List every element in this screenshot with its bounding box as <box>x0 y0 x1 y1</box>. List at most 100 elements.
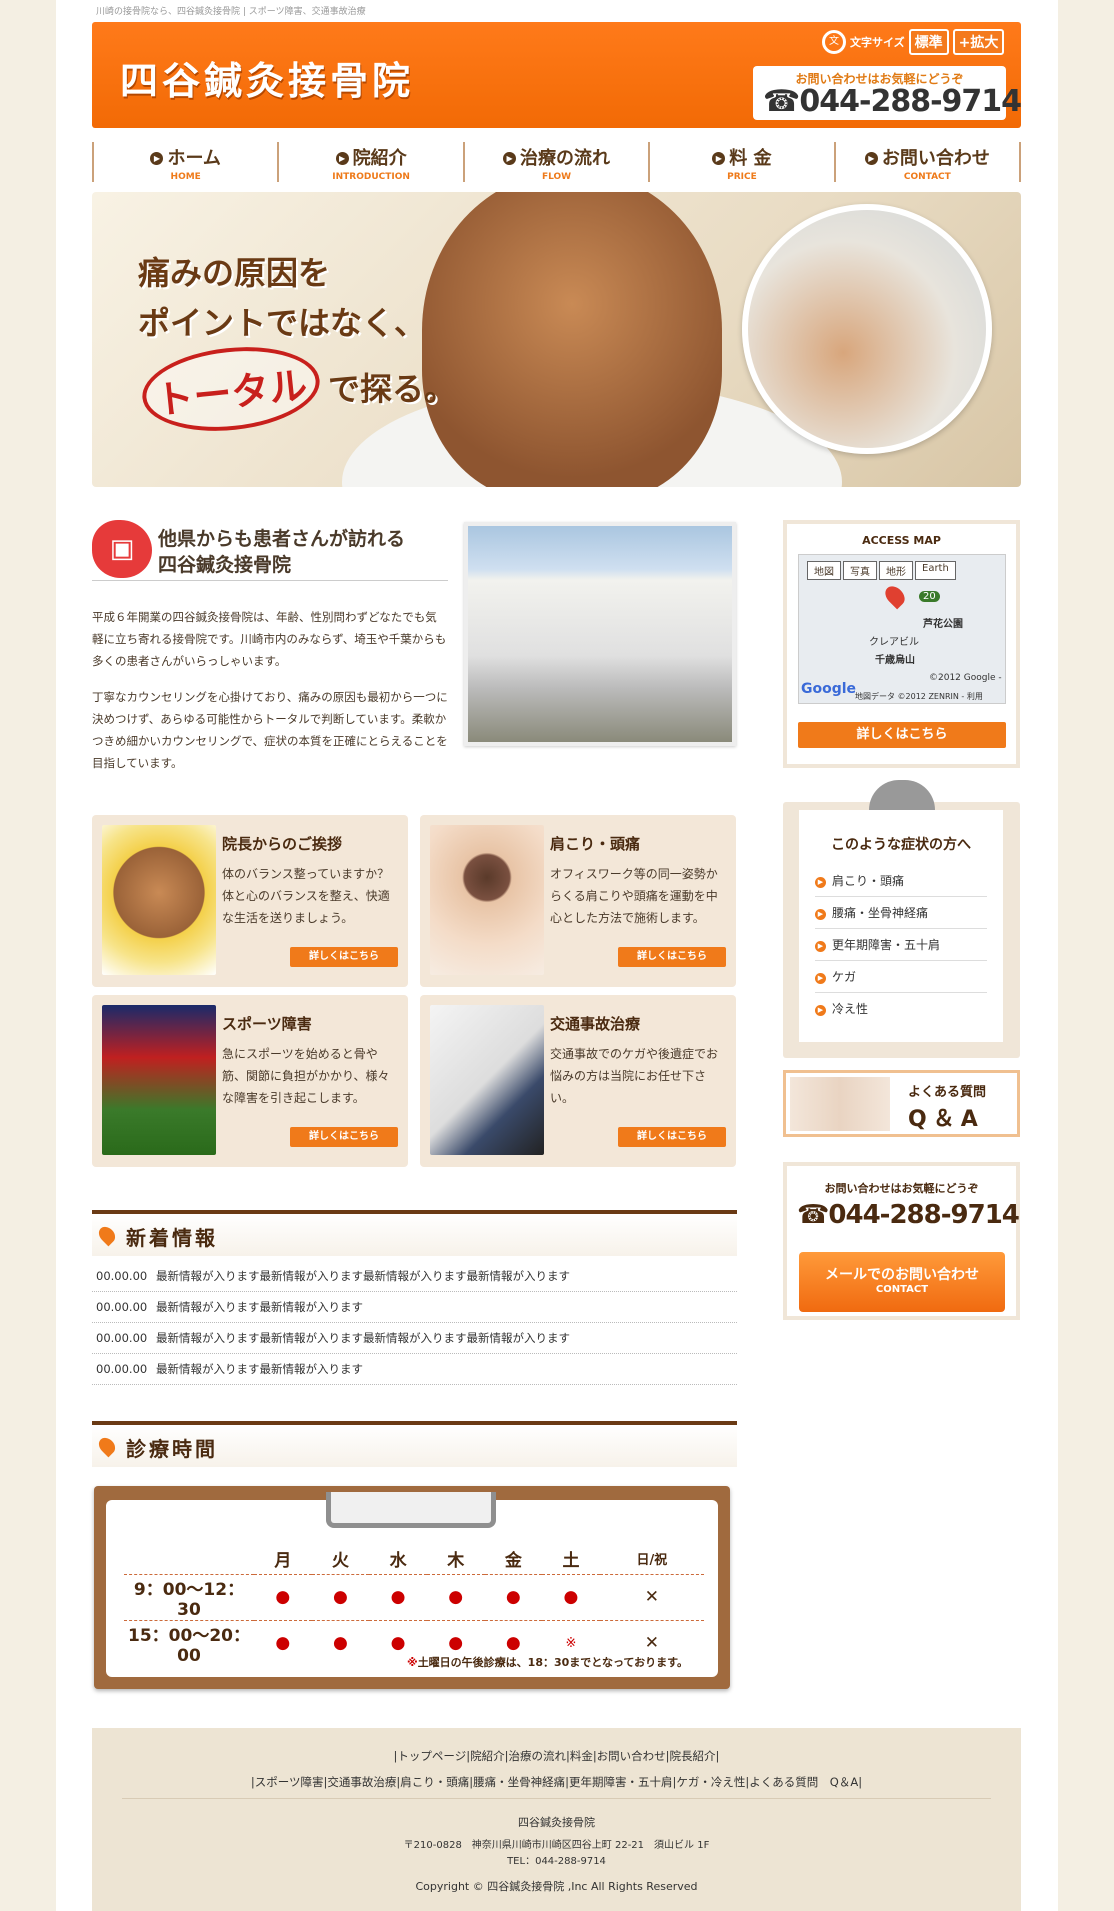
news-date: 00.00.00 <box>96 1362 148 1376</box>
open-mark: ● <box>369 1573 427 1620</box>
news-text: 最新情報が入ります最新情報が入ります最新情報が入ります最新情報が入ります <box>156 1269 570 1283</box>
details-button[interactable]: 詳しくはこちら <box>618 1127 726 1147</box>
font-standard-button[interactable]: 標準 <box>908 29 949 55</box>
hours-heading: 診療時間 <box>92 1421 737 1467</box>
details-button[interactable]: 詳しくはこちら <box>290 947 398 967</box>
open-mark: ● <box>484 1573 543 1620</box>
card-sports[interactable]: スポーツ障害 急にスポーツを始めると骨や筋、関節に負担がかかり、様々な障害を引き… <box>92 995 408 1167</box>
symptom-link[interactable]: 更年期障害・五十肩 <box>815 930 987 961</box>
map-type-tabs: 地図 写真 地形 Earth <box>807 561 956 580</box>
day-header: 火 <box>331 1551 349 1572</box>
news-item[interactable]: 00.00.00 最新情報が入ります最新情報が入ります最新情報が入ります最新情報が… <box>92 1261 737 1292</box>
nav-label: 料 金 <box>650 144 833 170</box>
news-heading: 新着情報 <box>92 1210 737 1256</box>
day-header: 月 <box>274 1551 292 1572</box>
details-button[interactable]: 詳しくはこちら <box>290 1127 398 1147</box>
google-logo: Google <box>801 681 857 697</box>
font-large-button[interactable]: +拡大 <box>952 29 1005 55</box>
symptom-link[interactable]: ケガ <box>815 962 987 993</box>
contact-tel[interactable]: ☎044-288-9714 <box>797 1200 1020 1230</box>
card-text: 急にスポーツを始めると骨や筋、関節に負担がかかり、様々な障害を引き起こします。 <box>222 1047 390 1105</box>
news-item[interactable]: 00.00.00 最新情報が入ります最新情報が入ります最新情報が入ります最新情報が… <box>92 1323 737 1354</box>
google-map[interactable]: 地図 写真 地形 Earth 20 芦花公園 クレアビル 千歳烏山 ©2012 … <box>798 554 1006 704</box>
footer-divider <box>122 1798 991 1799</box>
card-title: 院長からのご挨拶 <box>222 835 343 853</box>
nav-contact[interactable]: お問い合わせ CONTACT <box>833 142 1022 182</box>
footer-clinic-name: 四谷鍼灸接骨院 <box>518 1816 595 1829</box>
nav-home[interactable]: ホーム HOME <box>92 142 277 182</box>
news-date: 00.00.00 <box>96 1269 148 1283</box>
nav-sublabel: INTRODUCTION <box>332 172 410 182</box>
director-photo <box>102 825 216 975</box>
open-mark: ● <box>426 1573 485 1620</box>
hours-title: 診療時間 <box>126 1437 218 1461</box>
news-item[interactable]: 00.00.00 最新情報が入ります最新情報が入ります <box>92 1292 737 1323</box>
page: 川崎の接骨院なら、四谷鍼灸接骨院 | スポーツ障害、交通事故治療 四谷鍼灸接骨院… <box>56 0 1058 1911</box>
intro-title-2: 四谷鍼灸接骨院 <box>158 554 292 576</box>
map-tab-terrain[interactable]: 地形 <box>879 561 913 580</box>
footer-links-secondary[interactable]: |スポーツ障害|交通事故治療|肩こり・頭痛|腰痛・坐骨神経痛|更年期障害・五十肩… <box>92 1774 1021 1790</box>
mail-contact-label: メールでのお問い合わせ <box>825 1267 979 1283</box>
nav-sublabel: PRICE <box>727 172 757 182</box>
hero-inset-photo <box>742 204 992 454</box>
hero-banner: 痛みの原因を ポイントではなく、 トータル で探る。 <box>92 192 1021 487</box>
divider <box>92 580 448 581</box>
access-map-title: ACCESS MAP <box>862 534 941 547</box>
header: 四谷鍼灸接骨院 文 文字サイズ 標準 +拡大 お問い合わせはお気軽にどうぞ ☎0… <box>92 22 1022 128</box>
footer-copyright: Copyright © 四谷鍼灸接骨院 ,Inc All Rights Rese… <box>415 1880 698 1893</box>
clipboard-clip-icon <box>326 1492 496 1528</box>
card-shoulder[interactable]: 肩こり・頭痛 オフィスワーク等の同一姿勢からくる肩こりや頭痛を運動を中心とした方… <box>420 815 736 987</box>
news-item[interactable]: 00.00.00 最新情報が入ります最新情報が入ります <box>92 1354 737 1385</box>
news-text: 最新情報が入ります最新情報が入ります <box>156 1362 363 1376</box>
nav-flow[interactable]: 治療の流れ FLOW <box>462 142 648 182</box>
car-icon: ▣ <box>92 520 152 578</box>
faq-qa: Q＆A <box>908 1107 984 1132</box>
mail-contact-button[interactable]: メールでのお問い合わせ CONTACT <box>799 1252 1005 1312</box>
map-tab-map[interactable]: 地図 <box>807 561 841 580</box>
footer-address: 〒210-0828 神奈川県川崎市川崎区四谷上町 22-21 須山ビル 1F <box>403 1840 710 1851</box>
font-size-control: 文 文字サイズ 標準 +拡大 <box>822 29 1005 55</box>
intro-paragraph-2: 丁寧なカウンセリングを心掛けており、痛みの原因も最初から一つに決めつけず、あらゆ… <box>92 690 448 770</box>
nav-label: 院紹介 <box>279 144 462 170</box>
site-logo[interactable]: 四谷鍼灸接骨院 <box>120 50 414 105</box>
nav-price[interactable]: 料 金 PRICE <box>648 142 833 182</box>
day-header: 土 <box>562 1551 580 1572</box>
access-map-box: ACCESS MAP 地図 写真 地形 Earth 20 芦花公園 クレアビル … <box>783 520 1020 768</box>
map-tab-photo[interactable]: 写真 <box>843 561 877 580</box>
symptoms-paper: このような症状の方へ 肩こり・頭痛 腰痛・坐骨神経痛 更年期障害・五十肩 ケガ … <box>799 810 1003 1042</box>
open-mark: ● <box>254 1619 312 1666</box>
card-title: スポーツ障害 <box>222 1015 312 1033</box>
card-greeting[interactable]: 院長からのご挨拶 体のバランス整っていますか？体と心のバランスを整え、快適な生活… <box>92 815 408 987</box>
details-button[interactable]: 詳しくはこちら <box>618 947 726 967</box>
footer-links-primary[interactable]: |トップページ|院紹介|治療の流れ|料金|お問い合わせ|院長紹介| <box>92 1748 1021 1764</box>
footer-tel: TEL：044-288-9714 <box>507 1856 606 1867</box>
faq-banner[interactable]: よくある質問 Q＆A <box>783 1070 1020 1137</box>
news-date: 00.00.00 <box>96 1300 148 1314</box>
map-details-button[interactable]: 詳しくはこちら <box>798 722 1006 748</box>
schedule-corner <box>124 1544 254 1574</box>
hero-photo-doctor <box>422 192 722 487</box>
symptom-link[interactable]: 冷え性 <box>815 994 987 1025</box>
nav-label: お問い合わせ <box>836 144 1019 170</box>
nav-introduction[interactable]: 院紹介 INTRODUCTION <box>277 142 462 182</box>
font-size-label: 文字サイズ <box>850 36 905 49</box>
symptom-link[interactable]: 腰痛・坐骨神経痛 <box>815 898 987 929</box>
shoulder-photo <box>430 825 544 975</box>
map-tab-earth[interactable]: Earth <box>915 561 956 580</box>
card-text: オフィスワーク等の同一姿勢からくる肩こりや頭痛を運動を中心とした方法で施術します… <box>550 867 718 925</box>
schedule-board: 月 火 水 木 金 土 日/祝 9：00～12：30 ● ● ● ● ● ● ✕ <box>94 1486 730 1689</box>
symptoms-box: このような症状の方へ 肩こり・頭痛 腰痛・坐骨神経痛 更年期障害・五十肩 ケガ … <box>783 780 1020 1058</box>
map-marker-icon[interactable] <box>881 582 909 610</box>
tel-number[interactable]: ☎044-288-9714 <box>763 84 1022 119</box>
schedule-row: 9：00～12：30 ● ● ● ● ● ● ✕ <box>124 1573 704 1620</box>
card-accident[interactable]: 交通事故治療 交通事故でのケガや後遺症でお悩みの方は当院にお任せ下さい。 詳しく… <box>420 995 736 1167</box>
clinic-exterior-photo <box>464 522 736 746</box>
open-mark: ● <box>311 1573 370 1620</box>
schedule-header-row: 月 火 水 木 金 土 日/祝 <box>124 1544 704 1574</box>
hero-copy-line3: で探る。 <box>328 370 457 408</box>
symptom-link[interactable]: 肩こり・頭痛 <box>815 866 987 897</box>
nav-sublabel: HOME <box>170 172 201 182</box>
card-text: 交通事故でのケガや後遺症でお悩みの方は当院にお任せ下さい。 <box>550 1047 719 1105</box>
nav-sublabel: CONTACT <box>903 172 951 182</box>
note-asterisk: ※ <box>406 1656 418 1669</box>
